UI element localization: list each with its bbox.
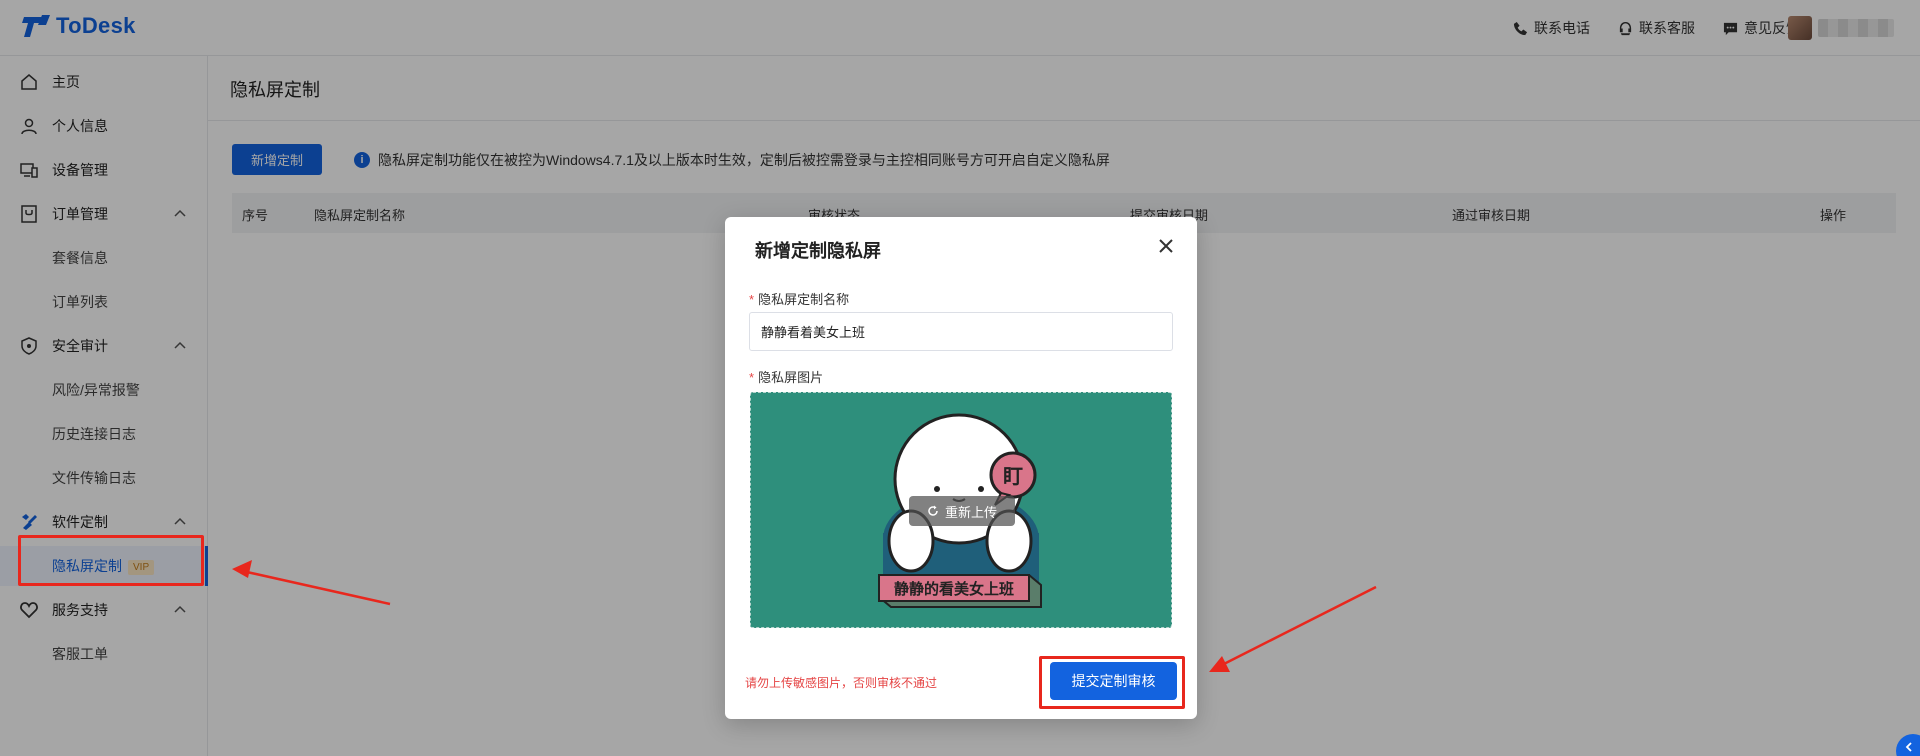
arrow-line-right bbox=[1215, 585, 1377, 670]
arrow-line-left bbox=[237, 568, 391, 606]
arrow-head-left bbox=[232, 560, 252, 578]
arrow-head-right bbox=[1209, 656, 1230, 672]
chevron-left-icon bbox=[1905, 742, 1912, 752]
annotation-arrows bbox=[232, 560, 1377, 672]
